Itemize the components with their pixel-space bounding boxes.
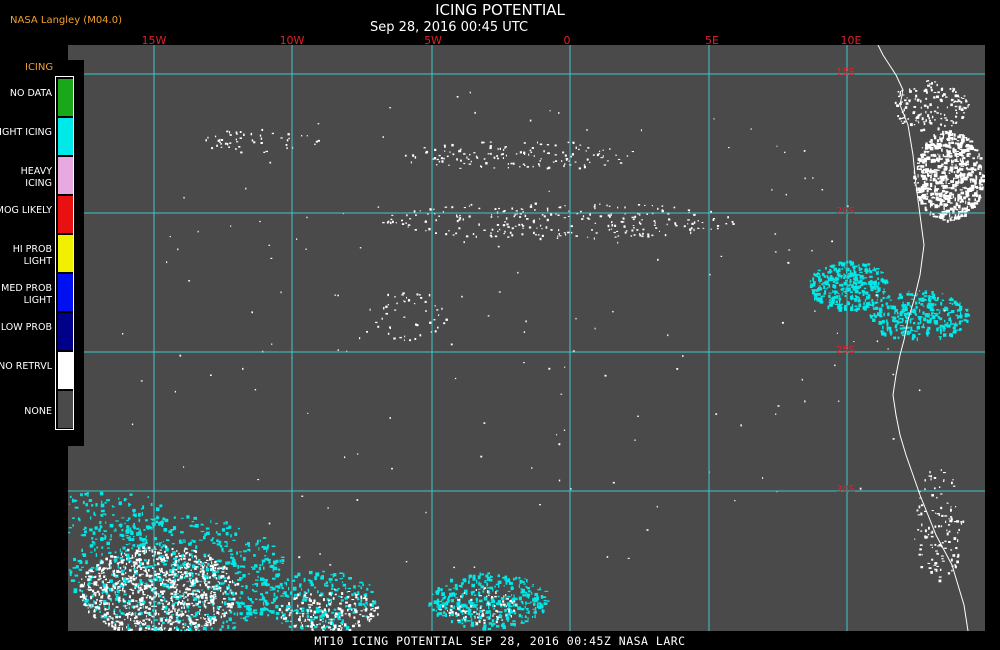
- legend-item-label: HI PROB LIGHT: [12, 244, 52, 267]
- legend-item-label: HEAVY ICING: [20, 166, 52, 189]
- lat-label-30s: 30S: [836, 484, 856, 495]
- satellite-map[interactable]: [68, 45, 985, 631]
- legend-item-label: NONE: [24, 406, 52, 417]
- map-canvas: [68, 45, 985, 631]
- legend-item-label: NIGHT ICING: [0, 127, 52, 138]
- legend-frame: [55, 76, 74, 430]
- lat-label-25s: 25S: [836, 345, 856, 356]
- legend-item-label: MOG LIKELY: [0, 205, 52, 216]
- lat-label-15s: 15S: [836, 67, 856, 78]
- legend-item-label: NO DATA: [9, 88, 52, 99]
- legend-item-label: NO RETRVL: [0, 361, 52, 372]
- legend-item-label: MED PROB LIGHT: [1, 283, 52, 306]
- legend-item-label: LOW PROB: [0, 322, 52, 333]
- lat-lon-grid: [68, 45, 985, 631]
- legend-title: ICING: [25, 62, 54, 73]
- map-title: ICING POTENTIAL: [435, 1, 565, 19]
- footer-caption: MT10 ICING POTENTIAL SEP 28, 2016 00:45Z…: [314, 634, 686, 648]
- map-datetime: Sep 28, 2016 00:45 UTC: [370, 20, 529, 35]
- lat-label-20s: 20S: [836, 206, 856, 217]
